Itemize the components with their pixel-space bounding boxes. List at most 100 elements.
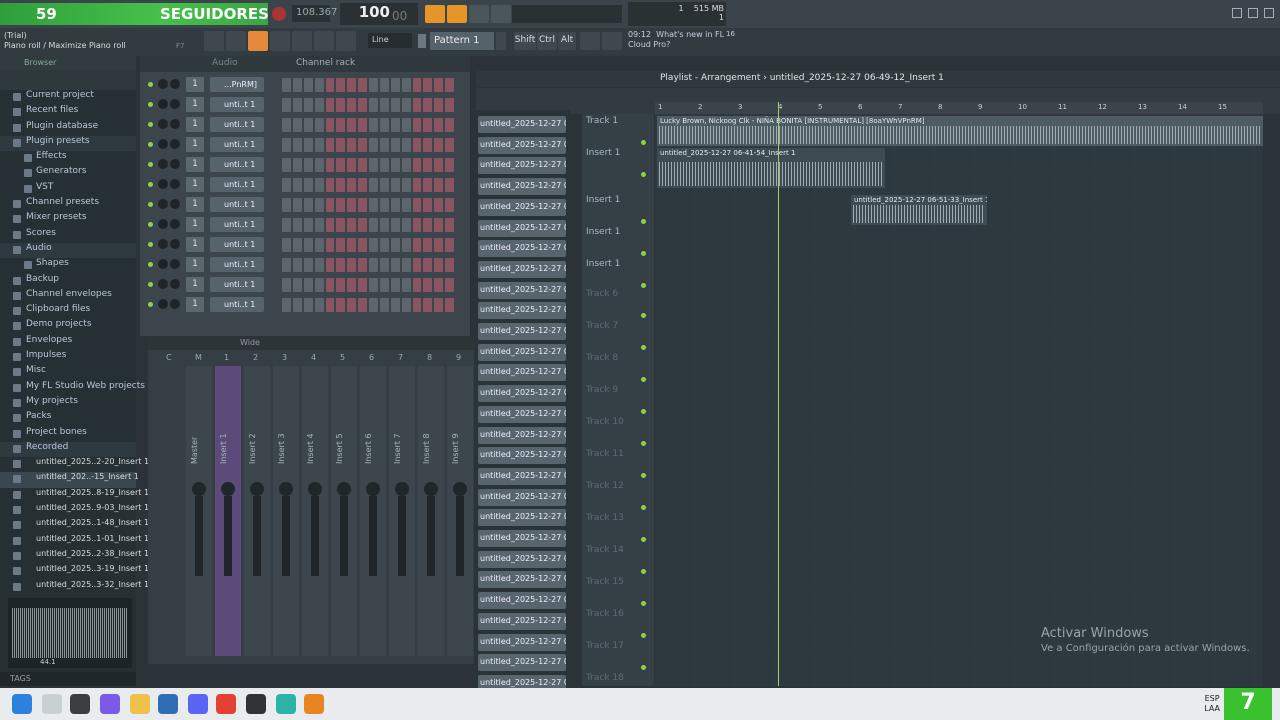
browser-item[interactable]: Channel presets (0, 197, 136, 212)
browser-item[interactable]: untitled_202..-15_Insert 1 (0, 472, 139, 488)
track-led[interactable] (641, 172, 646, 177)
mixer-strip[interactable]: Insert 5 (331, 366, 357, 656)
mixer-fader[interactable] (253, 496, 261, 576)
step-button[interactable] (423, 178, 433, 192)
track-label[interactable]: Track 11 (586, 449, 624, 459)
channel-row[interactable]: 1 unti..t 1 (148, 176, 468, 194)
channel-mixer-track[interactable]: 1 (186, 137, 204, 152)
pan-knob[interactable] (158, 139, 168, 149)
pan-knob[interactable] (158, 239, 168, 249)
pattern-arrow-icon[interactable] (418, 34, 426, 48)
step-button[interactable] (358, 78, 367, 92)
pattern-song-toggle[interactable] (425, 5, 445, 23)
step-button[interactable] (347, 78, 357, 92)
channel-row[interactable]: 1 unti..t 1 (148, 96, 468, 114)
step-button[interactable] (379, 178, 389, 192)
mic-icon[interactable] (336, 31, 356, 51)
browser-item[interactable]: untitled_2025..2-20_Insert 1 (0, 457, 149, 472)
pattern-item[interactable]: untitled_2025-12-27 06- (478, 447, 566, 465)
step-button[interactable] (445, 298, 454, 312)
track-led[interactable] (641, 409, 646, 414)
step-button[interactable] (282, 118, 291, 132)
channel-name-button[interactable]: unti..t 1 (210, 277, 264, 292)
mixer-strip[interactable]: Insert 2 (244, 366, 270, 656)
track-label[interactable]: Track 17 (586, 641, 624, 651)
pattern-item[interactable]: untitled_2025-12-27 06- (478, 385, 566, 403)
volume-knob[interactable] (170, 299, 180, 309)
step-button[interactable] (401, 278, 411, 292)
ctrl-key-button[interactable]: Ctrl (537, 32, 557, 50)
browser-item[interactable]: Packs (0, 411, 136, 426)
snap-select[interactable]: Line (368, 33, 412, 48)
step-button[interactable] (292, 238, 302, 252)
step-button[interactable] (358, 138, 367, 152)
step-button[interactable] (423, 298, 433, 312)
step-button[interactable] (358, 238, 367, 252)
step-button[interactable] (434, 118, 444, 132)
close-icon[interactable] (1264, 8, 1274, 18)
step-button[interactable] (347, 258, 357, 272)
mixer-mode[interactable]: Wide (240, 338, 260, 347)
step-button[interactable] (282, 258, 291, 272)
step-button[interactable] (282, 198, 291, 212)
browser-item[interactable]: My projects (0, 396, 136, 411)
mixer-fader[interactable] (456, 496, 464, 576)
step-button[interactable] (412, 198, 422, 212)
step-button[interactable] (423, 138, 433, 152)
volume-knob[interactable] (170, 199, 180, 209)
step-button[interactable] (369, 178, 378, 192)
browser-item[interactable]: VST (0, 182, 136, 197)
step-button[interactable] (401, 178, 411, 192)
step-button[interactable] (325, 118, 335, 132)
pattern-item[interactable]: untitled_2025-12-27 06- (478, 571, 566, 589)
step-button[interactable] (336, 278, 346, 292)
step-button[interactable] (401, 238, 411, 252)
step-button[interactable] (358, 298, 367, 312)
add-pattern-button[interactable] (496, 32, 506, 50)
step-button[interactable] (379, 258, 389, 272)
step-button[interactable] (434, 298, 444, 312)
pattern-item[interactable]: untitled_2025-12-27 06- (478, 219, 566, 237)
file-explorer-icon[interactable] (130, 694, 150, 714)
step-button[interactable] (325, 218, 335, 232)
mixer-strip[interactable]: Insert 6 (360, 366, 386, 656)
step-button[interactable] (292, 218, 302, 232)
step-button[interactable] (423, 98, 433, 112)
step-button[interactable] (401, 258, 411, 272)
channel-rack-icon[interactable] (226, 31, 246, 51)
channel-row[interactable]: 1 unti..t 1 (148, 196, 468, 214)
record-icon[interactable] (272, 7, 286, 21)
step-button[interactable] (314, 158, 324, 172)
channel-name-button[interactable]: ...PnRM] (210, 77, 264, 92)
pan-knob[interactable] (158, 119, 168, 129)
step-button[interactable] (401, 158, 411, 172)
browser-item[interactable]: Audio (0, 242, 136, 259)
browser-item[interactable]: untitled_2025..8-19_Insert 1 (0, 488, 149, 503)
step-button[interactable] (314, 138, 324, 152)
mixer-pan-knob[interactable] (250, 482, 264, 496)
channel-led[interactable] (148, 242, 153, 247)
pattern-item[interactable]: untitled_2025-12-27 06- (478, 323, 566, 340)
step-button[interactable] (445, 198, 454, 212)
pattern-item[interactable]: untitled_2025-12-27 06- (478, 509, 566, 527)
step-button[interactable] (379, 278, 389, 292)
step-button[interactable] (336, 158, 346, 172)
channel-mixer-track[interactable]: 1 (186, 297, 204, 312)
browser-item[interactable]: Plugin database (0, 121, 136, 136)
pattern-item[interactable]: untitled_2025-12-27 06- (478, 550, 566, 568)
step-button[interactable] (303, 278, 313, 292)
step-button[interactable] (358, 118, 367, 132)
arrow-icon[interactable] (314, 31, 334, 51)
browser-item[interactable]: Misc (0, 365, 136, 380)
step-button[interactable] (369, 158, 378, 172)
mixer-strip[interactable]: Master (186, 366, 212, 656)
pattern-item[interactable]: untitled_2025-12-27 06- (478, 302, 566, 320)
track-led[interactable] (641, 633, 646, 638)
step-button[interactable] (336, 78, 346, 92)
step-button[interactable] (282, 218, 291, 232)
step-button[interactable] (358, 278, 367, 292)
pattern-item[interactable]: untitled_2025-12-27 06- (478, 281, 566, 299)
pattern-item[interactable]: untitled_2025-12-27 06- (478, 240, 566, 258)
step-button[interactable] (390, 238, 400, 252)
track-led[interactable] (641, 569, 646, 574)
